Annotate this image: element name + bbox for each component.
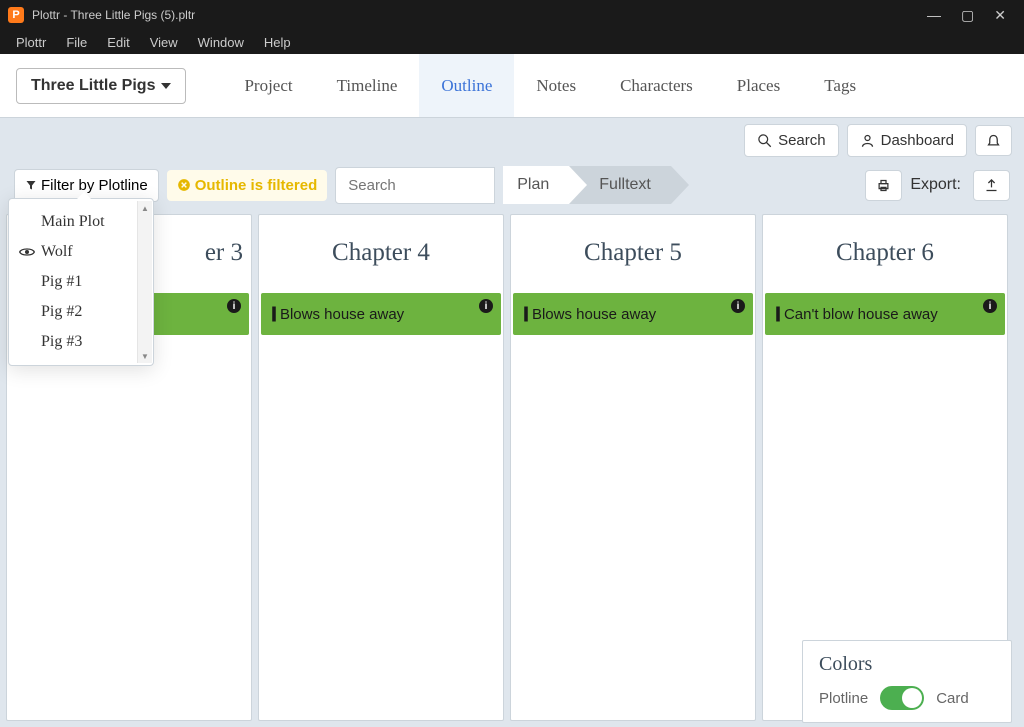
topbar: Three Little Pigs Project Timeline Outli… bbox=[0, 54, 1024, 118]
menu-window[interactable]: Window bbox=[188, 35, 254, 50]
chapter-heading: Chapter 5 bbox=[511, 215, 755, 291]
window-titlebar: P Plottr - Three Little Pigs (5).pltr — … bbox=[0, 0, 1024, 30]
toggle-right-label: Card bbox=[936, 690, 969, 707]
book-selector-label: Three Little Pigs bbox=[31, 77, 155, 95]
menu-plottr[interactable]: Plottr bbox=[6, 35, 56, 50]
menubar: Plottr File Edit View Window Help bbox=[0, 30, 1024, 54]
dashboard-button-label: Dashboard bbox=[881, 132, 954, 149]
scene-card-title: Can't blow house away bbox=[784, 306, 938, 323]
info-icon[interactable]: i bbox=[227, 299, 241, 313]
scene-card-title: Blows house away bbox=[532, 306, 656, 323]
tab-outline[interactable]: Outline bbox=[419, 54, 514, 117]
tab-places[interactable]: Places bbox=[715, 54, 802, 117]
filter-option-pig2[interactable]: Pig #2 bbox=[9, 297, 153, 327]
scroll-up-icon[interactable]: ▲ bbox=[138, 201, 152, 215]
tab-tags[interactable]: Tags bbox=[802, 54, 878, 117]
filter-option-label: Wolf bbox=[41, 243, 73, 261]
info-icon[interactable]: i bbox=[731, 299, 745, 313]
notifications-button[interactable] bbox=[975, 125, 1012, 156]
window-title: Plottr - Three Little Pigs (5).pltr bbox=[32, 8, 909, 22]
tab-characters[interactable]: Characters bbox=[598, 54, 715, 117]
export-label: Export: bbox=[910, 176, 961, 194]
scene-card[interactable]: || Blows house away i bbox=[513, 293, 753, 335]
close-circle-icon[interactable] bbox=[177, 178, 191, 192]
drag-handle-icon[interactable]: || bbox=[271, 305, 274, 323]
scene-card-title: Blows house away bbox=[280, 306, 404, 323]
filtered-indicator-label: Outline is filtered bbox=[195, 177, 318, 194]
scene-card[interactable]: || Blows house away i bbox=[261, 293, 501, 335]
search-button-label: Search bbox=[778, 132, 826, 149]
maximize-button[interactable]: ▢ bbox=[961, 7, 974, 24]
caret-down-icon bbox=[161, 83, 171, 89]
dashboard-button[interactable]: Dashboard bbox=[847, 124, 967, 157]
menu-view[interactable]: View bbox=[140, 35, 188, 50]
app-icon: P bbox=[8, 7, 24, 23]
filter-button-label: Filter by Plotline bbox=[41, 177, 148, 194]
colors-heading: Colors bbox=[819, 653, 995, 676]
filter-option-pig3[interactable]: Pig #3 bbox=[9, 327, 153, 357]
search-icon bbox=[757, 133, 772, 148]
scene-card[interactable]: || Can't blow house away i bbox=[765, 293, 1005, 335]
bell-icon bbox=[986, 133, 1001, 148]
upload-icon bbox=[984, 178, 999, 193]
popover-scrollbar[interactable]: ▲ ▼ bbox=[137, 201, 152, 363]
drag-handle-icon[interactable]: || bbox=[523, 305, 526, 323]
view-plan[interactable]: Plan bbox=[503, 166, 569, 204]
chapter-heading: Chapter 6 bbox=[763, 215, 1007, 291]
info-icon[interactable]: i bbox=[479, 299, 493, 313]
print-icon bbox=[876, 178, 891, 193]
search-input[interactable] bbox=[335, 167, 495, 204]
chapter-heading: Chapter 4 bbox=[259, 215, 503, 291]
tab-timeline[interactable]: Timeline bbox=[315, 54, 420, 117]
chapter-column: Chapter 5 || Blows house away i bbox=[510, 214, 756, 721]
minimize-button[interactable]: — bbox=[927, 7, 941, 24]
user-icon bbox=[860, 133, 875, 148]
colors-panel: Colors Plotline Card bbox=[802, 640, 1012, 723]
toggle-left-label: Plotline bbox=[819, 690, 868, 707]
filter-option-wolf[interactable]: Wolf bbox=[9, 237, 153, 267]
filter-icon bbox=[25, 179, 37, 191]
tab-project[interactable]: Project bbox=[222, 54, 314, 117]
filter-popover: Main Plot Wolf Pig #1 Pig #2 Pig #3 ▲ ▼ bbox=[8, 198, 154, 366]
menu-file[interactable]: File bbox=[56, 35, 97, 50]
chapter-column: Chapter 4 || Blows house away i bbox=[258, 214, 504, 721]
header-actions: Search Dashboard bbox=[0, 118, 1024, 162]
eye-icon bbox=[19, 246, 35, 258]
colors-toggle[interactable] bbox=[880, 686, 924, 710]
export-button[interactable] bbox=[973, 170, 1010, 201]
book-selector[interactable]: Three Little Pigs bbox=[16, 68, 186, 104]
search-button[interactable]: Search bbox=[744, 124, 839, 157]
close-button[interactable]: ✕ bbox=[994, 7, 1006, 24]
info-icon[interactable]: i bbox=[983, 299, 997, 313]
filter-option-pig1[interactable]: Pig #1 bbox=[9, 267, 153, 297]
tab-notes[interactable]: Notes bbox=[514, 54, 598, 117]
scroll-down-icon[interactable]: ▼ bbox=[138, 349, 152, 363]
filter-option-main-plot[interactable]: Main Plot bbox=[9, 207, 153, 237]
drag-handle-icon[interactable]: || bbox=[775, 305, 778, 323]
menu-help[interactable]: Help bbox=[254, 35, 301, 50]
nav-tabs: Project Timeline Outline Notes Character… bbox=[222, 54, 878, 117]
view-toggle: Plan Fulltext bbox=[503, 166, 671, 204]
print-button[interactable] bbox=[865, 170, 902, 201]
filtered-indicator: Outline is filtered bbox=[167, 170, 328, 201]
menu-edit[interactable]: Edit bbox=[97, 35, 139, 50]
